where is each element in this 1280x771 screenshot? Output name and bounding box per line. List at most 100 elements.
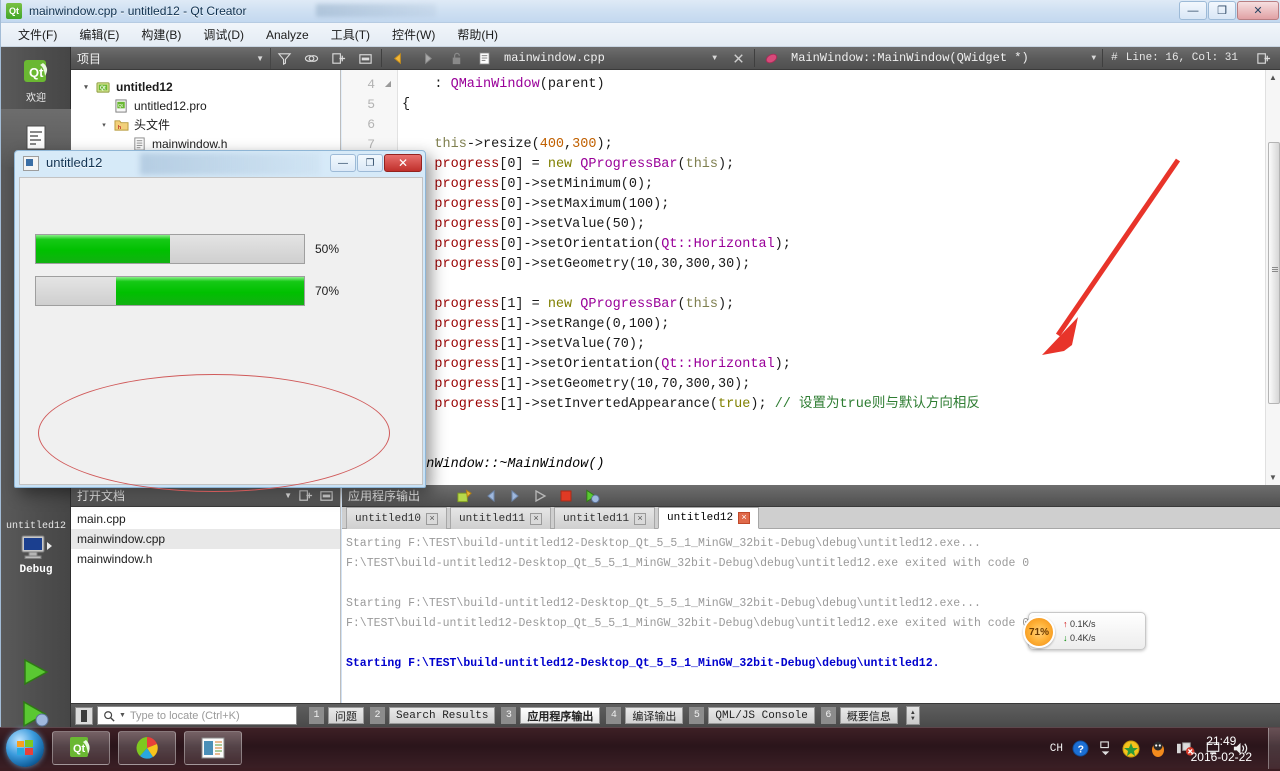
output-next-icon[interactable]: [506, 488, 522, 504]
unlock-icon[interactable]: [449, 51, 464, 66]
open-documents-list[interactable]: main.cpp mainwindow.cpp mainwindow.h: [71, 507, 340, 569]
maximize-button[interactable]: ❐: [1208, 1, 1236, 20]
menu-item-3[interactable]: 调试(D): [192, 23, 255, 46]
editor-scrollbar[interactable]: ▲ ▼: [1265, 70, 1280, 485]
open-docs-close-icon[interactable]: [319, 488, 334, 503]
filter-icon[interactable]: [277, 51, 292, 66]
tree-item-0[interactable]: ▾ Qt untitled12: [71, 77, 340, 96]
output-tabs[interactable]: untitled10 × untitled11 × untitled11 × untitle…: [342, 507, 1280, 529]
taskbar-document[interactable]: [184, 731, 242, 765]
menu-item-4[interactable]: Analyze: [255, 25, 320, 45]
split-add-icon[interactable]: [331, 51, 346, 66]
mode-welcome[interactable]: Qt 欢迎: [1, 51, 71, 109]
status-tab-3[interactable]: 4 编译输出: [606, 706, 684, 726]
open-documents-title: 打开文档: [77, 489, 126, 503]
menu-item-2[interactable]: 构建(B): [130, 23, 192, 46]
show-hidden-icons-icon[interactable]: [1098, 740, 1113, 757]
help-icon[interactable]: ?: [1072, 740, 1089, 757]
run-icon[interactable]: [19, 657, 53, 687]
status-tab-4[interactable]: 5 QML/JS Console: [689, 706, 815, 726]
scroll-down-arrow-icon[interactable]: ▼: [1269, 473, 1277, 482]
output-tabs-scroll[interactable]: ▲ ▼: [905, 706, 920, 725]
code-token: );: [734, 377, 751, 392]
output-pane-tabs[interactable]: 1 问题 2 Search Results 3 应用程序输出 4 编译输出 5 QML/JS Co…: [309, 706, 898, 726]
project-filter-combo[interactable]: 项目 ▼: [71, 47, 271, 69]
menu-item-1[interactable]: 编辑(E): [68, 23, 130, 46]
svg-text:?: ?: [1078, 744, 1084, 755]
kit-selector[interactable]: untitled12 Debug: [1, 521, 71, 576]
code-line-0: : QMainWindow(parent): [402, 75, 1272, 95]
reset-output-icon[interactable]: [456, 488, 473, 504]
status-tab-1[interactable]: 2 Search Results: [370, 706, 496, 726]
open-docs-split-icon[interactable]: [298, 488, 313, 503]
code-token: [0]->setMaximum(: [499, 197, 629, 212]
code-token: this: [685, 297, 718, 312]
show-desktop-button[interactable]: [1268, 728, 1280, 769]
open-docs-chevron-down-icon[interactable]: ▼: [284, 491, 292, 500]
taskbar-browser[interactable]: [118, 731, 176, 765]
back-arrow-icon[interactable]: [391, 51, 406, 66]
minimize-button[interactable]: —: [1179, 1, 1207, 20]
status-tab-2[interactable]: 3 应用程序输出: [501, 706, 601, 726]
status-tab-5[interactable]: 6 概要信息: [820, 706, 898, 726]
locator-input[interactable]: ▼ Type to locate (Ctrl+K): [97, 706, 297, 725]
output-tab-close-icon[interactable]: ×: [738, 512, 751, 524]
menu-item-6[interactable]: 控件(W): [381, 23, 446, 46]
close-file-icon[interactable]: [731, 51, 746, 66]
tree-item-2[interactable]: ▾ h 头文件: [71, 115, 340, 134]
application-output-pane: 应用程序输出 untitled10 × untitled11 × untitle…: [342, 485, 1280, 703]
menu-item-7[interactable]: 帮助(H): [446, 23, 509, 46]
output-tab-close-icon[interactable]: ×: [634, 512, 647, 525]
network-monitor-widget[interactable]: 71% ↑ 0.1K/s ↓ 0.4K/s: [1023, 612, 1146, 650]
split-editor-icon[interactable]: [1256, 51, 1271, 66]
line-col-indicator[interactable]: Line: 16, Col: 31: [1126, 52, 1246, 64]
output-prev-icon[interactable]: [484, 488, 500, 504]
app-minimize-button[interactable]: —: [330, 154, 356, 172]
upload-arrow-icon: ↑: [1063, 619, 1068, 629]
code-token: 10,70,300,30: [636, 377, 735, 392]
status-tab-0[interactable]: 1 问题: [309, 706, 364, 726]
output-tab-close-icon[interactable]: ×: [426, 512, 439, 525]
toggle-sidebar-button[interactable]: [75, 706, 93, 725]
open-file-combo[interactable]: mainwindow.cpp ▼: [498, 48, 723, 69]
output-stop-icon[interactable]: [558, 488, 574, 504]
expander-icon[interactable]: ▾: [81, 83, 91, 91]
close-pane-icon[interactable]: [358, 51, 373, 66]
ime-indicator[interactable]: CH: [1050, 743, 1063, 755]
running-app-window[interactable]: untitled12 — ❐ ✕ 50% 70%: [14, 150, 426, 492]
output-tab-1[interactable]: untitled11 ×: [450, 507, 552, 529]
expander-icon[interactable]: ▾: [99, 121, 109, 129]
open-document-item-0[interactable]: main.cpp: [71, 509, 340, 529]
output-tab-2[interactable]: untitled11 ×: [554, 507, 656, 529]
link-icon[interactable]: [304, 51, 319, 66]
qq-penguin-icon[interactable]: [1149, 740, 1167, 758]
output-tab-close-icon[interactable]: ×: [530, 512, 543, 525]
tree-item-1[interactable]: Qt untitled12.pro: [71, 96, 340, 115]
app-maximize-button[interactable]: ❐: [357, 154, 383, 172]
taskbar-qt-creator[interactable]: Qt: [52, 731, 110, 765]
output-run-icon[interactable]: [532, 488, 548, 504]
forward-arrow-icon[interactable]: [420, 51, 435, 66]
output-debug-icon[interactable]: [584, 488, 601, 504]
close-button[interactable]: ✕: [1237, 1, 1279, 20]
code-token: progress: [434, 337, 500, 352]
scroll-up-arrow-icon[interactable]: ▲: [1269, 73, 1277, 82]
fold-marker-icon[interactable]: ◢: [385, 75, 391, 95]
progress-bar-1-fill: [116, 277, 304, 305]
symbol-combo[interactable]: MainWindow::MainWindow(QWidget *) ▼: [785, 48, 1102, 69]
taskbar-clock[interactable]: 21:49 2016-02-22: [1191, 728, 1252, 769]
windows-taskbar: Qt CH ? 21:49 2016-02-22: [0, 727, 1280, 769]
output-tab-3[interactable]: untitled12 ×: [658, 507, 760, 529]
debug-run-icon[interactable]: [19, 699, 53, 729]
code-line-1: {: [402, 95, 1272, 115]
start-button[interactable]: [6, 729, 44, 767]
status-tab-number: 6: [820, 707, 836, 724]
open-document-item-1[interactable]: mainwindow.cpp: [71, 529, 340, 549]
sogou-icon[interactable]: [1122, 740, 1140, 758]
open-document-item-2[interactable]: mainwindow.h: [71, 549, 340, 569]
menu-item-0[interactable]: 文件(F): [7, 23, 68, 46]
app-close-button[interactable]: ✕: [384, 154, 422, 172]
output-tab-0[interactable]: untitled10 ×: [346, 507, 448, 529]
menu-item-5[interactable]: 工具(T): [320, 23, 381, 46]
scrollbar-thumb[interactable]: [1268, 142, 1280, 404]
